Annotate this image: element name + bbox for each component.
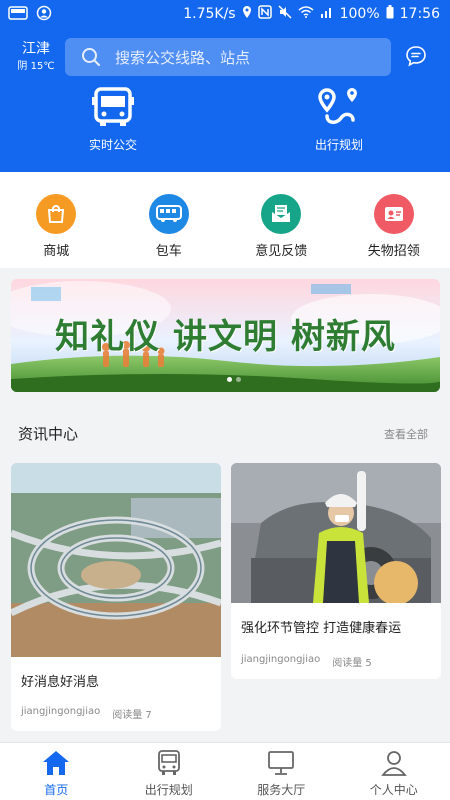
- news-author: jiangjingongjiao: [241, 654, 321, 665]
- news-card[interactable]: 好消息好消息 jiangjingongjiao 阅读量 7: [11, 463, 221, 731]
- mute-icon: [278, 5, 292, 23]
- nav-label: 服务大厅: [257, 783, 306, 797]
- weather-text: 阴 15℃: [17, 61, 55, 72]
- service-lost-found[interactable]: 失物招领: [338, 172, 450, 268]
- shopping-bag-icon: [36, 194, 77, 234]
- account-notification-icon: [36, 5, 52, 25]
- status-bar: 1.75K/s 100% 17:56: [0, 0, 450, 28]
- search-placeholder: 搜索公交线路、站点: [115, 49, 251, 67]
- service-label: 失物招领: [367, 244, 420, 259]
- route-planning-icon: [279, 86, 399, 130]
- service-feedback[interactable]: 意见反馈: [225, 172, 338, 268]
- bus-charter-icon: [148, 194, 189, 234]
- search-bar[interactable]: 搜索公交线路、站点: [65, 38, 391, 76]
- service-charter[interactable]: 包车: [113, 172, 226, 268]
- city-name: 江津: [22, 41, 50, 57]
- news-author: jiangjingongjiao: [21, 706, 101, 717]
- nav-home[interactable]: 首页: [0, 743, 113, 800]
- clock: 17:56: [399, 6, 440, 22]
- bus-front-icon: [113, 749, 226, 777]
- nav-label: 首页: [44, 783, 69, 797]
- user-icon: [338, 749, 450, 777]
- search-icon: [81, 47, 101, 71]
- nav-trip-planning[interactable]: 出行规划: [113, 743, 226, 800]
- nav-label: 个人中心: [369, 783, 418, 797]
- news-card[interactable]: 强化环节管控 打造健康春运 jiangjingongjiao 阅读量 5: [231, 463, 441, 679]
- app-header: 1.75K/s 100% 17:56 江津 阴 15℃ 搜索公交线路、站点 实时…: [0, 0, 450, 172]
- promo-banner[interactable]: 知礼仪 讲文明 树新风: [11, 279, 440, 392]
- city-selector[interactable]: 江津 阴 15℃: [14, 40, 58, 74]
- carousel-dot-active: [227, 377, 232, 382]
- carousel-dot: [236, 377, 241, 382]
- view-all-link[interactable]: 查看全部: [384, 426, 428, 442]
- message-icon[interactable]: [405, 45, 427, 71]
- news-header: 资讯中心 查看全部: [18, 423, 432, 443]
- app-notification-icon: [8, 6, 28, 24]
- news-read-count: 阅读量 5: [332, 658, 372, 669]
- carousel-indicator: [227, 377, 241, 382]
- feedback-icon: [261, 194, 302, 234]
- network-speed: 1.75K/s: [183, 6, 236, 22]
- service-mall[interactable]: 商城: [0, 172, 113, 268]
- battery-percent: 100%: [339, 6, 380, 22]
- banner-slogan: 知礼仪 讲文明 树新风: [55, 317, 396, 357]
- realtime-bus-button[interactable]: 实时公交: [53, 86, 173, 153]
- service-label: 包车: [155, 244, 182, 259]
- realtime-bus-label: 实时公交: [88, 138, 137, 152]
- news-read-count: 阅读量 7: [112, 710, 152, 721]
- news-title: 强化环节管控 打造健康春运: [241, 621, 402, 636]
- route-planning-button[interactable]: 出行规划: [279, 86, 399, 153]
- location-status-icon: [242, 5, 252, 23]
- news-title: 好消息好消息: [21, 675, 100, 690]
- monitor-icon: [225, 749, 338, 777]
- signal-icon: [320, 6, 334, 22]
- bus-icon: [53, 86, 173, 130]
- news-thumbnail-interchange: [11, 463, 221, 657]
- nav-profile[interactable]: 个人中心: [338, 743, 450, 800]
- route-planning-label: 出行规划: [314, 138, 363, 152]
- wifi-icon: [298, 6, 314, 22]
- news-section-title: 资讯中心: [18, 425, 79, 443]
- home-icon: [0, 749, 113, 777]
- nfc-icon: [257, 5, 272, 23]
- service-grid: 商城 包车 意见反馈 失物招领: [0, 172, 450, 268]
- nav-service-hall[interactable]: 服务大厅: [225, 743, 338, 800]
- bottom-navigation: 首页 出行规划 服务大厅 个人中心: [0, 742, 450, 800]
- news-thumbnail-police: [231, 463, 441, 605]
- battery-icon: [386, 5, 394, 23]
- lost-found-icon: [373, 194, 414, 234]
- service-label: 意见反馈: [255, 244, 308, 259]
- nav-label: 出行规划: [144, 783, 193, 797]
- service-label: 商城: [43, 244, 70, 259]
